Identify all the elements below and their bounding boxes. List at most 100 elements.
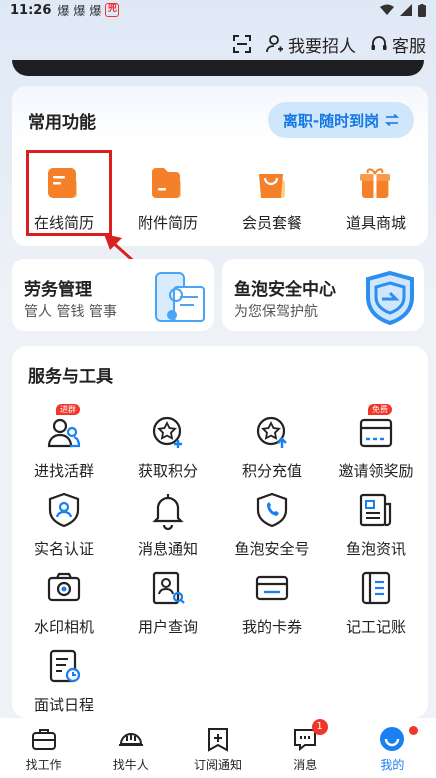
interview-schedule-label: 面试日程 — [33, 696, 94, 714]
prop-mall-icon — [356, 164, 396, 204]
group-icon: 进群 — [44, 404, 84, 452]
real-name-auth-item[interactable]: 实名认证 — [12, 490, 116, 559]
work-record-item[interactable]: 记工记账 — [324, 568, 428, 637]
user-query-item[interactable]: 用户查询 — [116, 568, 220, 637]
safety-number-label: 鱼泡安全号 — [234, 540, 310, 558]
watermark-camera-item[interactable]: 水印相机 — [12, 568, 116, 637]
common-features-title: 常用功能 — [28, 113, 96, 133]
invite-icon: 免费 — [356, 404, 396, 452]
news-icon — [356, 490, 396, 530]
wifi-icon — [380, 4, 394, 15]
services-tools-card: 服务与工具 进群 进找活群 获取积分 积分充值 免费 邀请领奖励 实名认证 消息… — [12, 346, 428, 718]
tab-find-job-label: 找工作 — [25, 758, 62, 772]
free-tag: 免费 — [368, 404, 392, 415]
schedule-icon — [44, 646, 84, 686]
interview-schedule-item[interactable]: 面试日程 — [12, 646, 116, 715]
news-label: 鱼泡资讯 — [345, 540, 406, 558]
status-bar: 11:26 爆 爆 爆 兜 — [0, 0, 436, 20]
unread-count-badge: 1 — [311, 719, 328, 735]
swap-icon — [385, 114, 400, 126]
user-query-label: 用户查询 — [137, 618, 198, 636]
member-package-label: 会员套餐 — [241, 214, 302, 232]
message-notify-label: 消息通知 — [137, 540, 198, 558]
quit-status-label: 离职-随时到岗 — [282, 111, 380, 130]
security-center-title: 鱼泡安全中心 — [234, 280, 336, 300]
helmet-icon — [118, 733, 143, 746]
camera-icon — [44, 568, 84, 608]
my-coupons-item[interactable]: 我的卡券 — [220, 568, 324, 637]
quit-status-pill[interactable]: 离职-随时到岗 — [268, 102, 414, 138]
member-package-item[interactable]: 会员套餐 — [220, 164, 324, 233]
security-center-card[interactable]: 鱼泡安全中心 为您保驾护航 — [222, 259, 424, 331]
notification-glyph: 爆 — [89, 3, 102, 18]
service-label: 客服 — [392, 36, 426, 57]
work-record-label: 记工记账 — [345, 618, 406, 636]
battery-icon — [418, 3, 426, 17]
prop-mall-item[interactable]: 道具商城 — [324, 164, 428, 233]
join-group-tag: 进群 — [56, 404, 80, 415]
tab-messages-label: 消息 — [293, 758, 318, 772]
profile-banner[interactable] — [12, 60, 424, 76]
join-work-group-label: 进找活群 — [33, 462, 94, 480]
labor-management-subtitle: 管人 管钱 管事 — [24, 304, 117, 320]
signal-icon — [400, 4, 412, 16]
services-row: 进群 进找活群 获取积分 积分充值 免费 邀请领奖励 — [12, 404, 428, 481]
services-row: 面试日程 — [12, 646, 428, 715]
member-package-icon — [252, 164, 292, 204]
bell-icon — [148, 490, 188, 530]
safety-phone-icon — [252, 490, 292, 530]
subscribe-icon — [208, 728, 228, 752]
smile-face-icon — [380, 727, 405, 751]
notification-badge-icon: 兜 — [105, 3, 120, 17]
get-points-item[interactable]: 获取积分 — [116, 412, 220, 481]
recruit-label: 我要招人 — [288, 36, 356, 57]
tab-mine[interactable]: 我的 — [349, 718, 436, 778]
ledger-icon — [356, 568, 396, 608]
points-recharge-label: 积分充值 — [241, 462, 302, 480]
points-icon — [148, 412, 188, 452]
labor-management-card[interactable]: 劳务管理 管人 管钱 管事 — [12, 259, 214, 331]
get-points-label: 获取积分 — [137, 462, 198, 480]
tab-subscribe[interactable]: 订阅通知 — [174, 718, 261, 778]
tab-mine-label: 我的 — [380, 758, 405, 772]
tab-find-job[interactable]: 找工作 — [0, 718, 87, 778]
attachment-resume-icon — [148, 164, 188, 204]
invite-reward-item[interactable]: 免费 邀请领奖励 — [324, 404, 428, 481]
notification-glyph: 爆 — [73, 3, 86, 18]
tab-subscribe-label: 订阅通知 — [194, 758, 243, 772]
watermark-camera-label: 水印相机 — [33, 618, 94, 636]
news-item[interactable]: 鱼泡资讯 — [324, 490, 428, 559]
recruit-button[interactable]: 我要招人 — [266, 32, 356, 57]
safety-number-item[interactable]: 鱼泡安全号 — [220, 490, 324, 559]
my-coupons-label: 我的卡券 — [241, 618, 302, 636]
message-notify-item[interactable]: 消息通知 — [116, 490, 220, 559]
labor-management-title: 劳务管理 — [24, 280, 92, 300]
points-recharge-item[interactable]: 积分充值 — [220, 412, 324, 481]
services-row: 水印相机 用户查询 我的卡券 记工记账 — [12, 568, 428, 637]
scan-icon[interactable] — [232, 34, 252, 54]
tab-find-talent-label: 找牛人 — [112, 758, 149, 772]
tab-find-talent[interactable]: 找牛人 — [87, 718, 174, 778]
id-verify-icon — [44, 490, 84, 530]
prop-mall-label: 道具商城 — [345, 214, 406, 232]
recharge-icon — [252, 412, 292, 452]
labor-management-icon — [155, 272, 205, 322]
attachment-resume-item[interactable]: 附件简历 — [116, 164, 220, 233]
customer-service-button[interactable]: 客服 — [370, 32, 426, 57]
user-search-icon — [148, 568, 188, 608]
join-work-group-item[interactable]: 进群 进找活群 — [12, 404, 116, 481]
services-row: 实名认证 消息通知 鱼泡安全号 鱼泡资讯 — [12, 490, 428, 559]
invite-reward-label: 邀请领奖励 — [338, 462, 414, 480]
briefcase-icon — [31, 729, 56, 750]
services-tools-title: 服务与工具 — [28, 367, 113, 387]
person-add-icon — [266, 35, 283, 53]
security-center-subtitle: 为您保驾护航 — [234, 304, 318, 320]
headset-icon — [371, 36, 387, 50]
coupon-icon — [252, 568, 292, 608]
real-name-auth-label: 实名认证 — [33, 540, 94, 558]
header-actions: 我要招人 客服 — [232, 28, 426, 60]
status-time: 11:26 — [10, 2, 52, 18]
tab-messages[interactable]: 1 消息 — [262, 718, 349, 778]
red-dot-badge — [408, 726, 418, 735]
shield-icon — [366, 270, 414, 325]
